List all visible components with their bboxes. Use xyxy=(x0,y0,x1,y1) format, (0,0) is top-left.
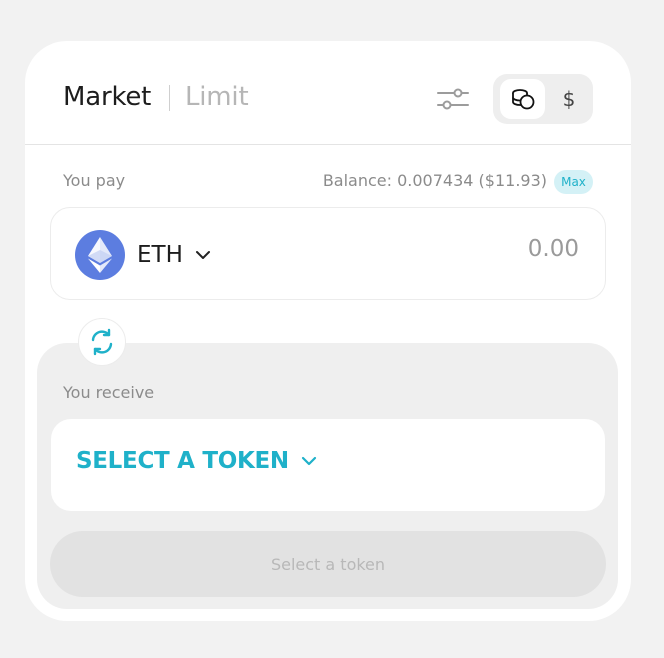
you-receive-label: You receive xyxy=(63,383,155,402)
settings-sliders-button[interactable] xyxy=(435,85,471,113)
sliders-icon xyxy=(437,88,469,110)
receive-input-box: SELECT A TOKEN xyxy=(51,419,605,511)
tab-divider xyxy=(169,85,170,111)
currency-toggle: $ xyxy=(493,74,593,124)
ethereum-icon xyxy=(75,230,125,280)
pay-amount-input[interactable] xyxy=(379,236,579,262)
chevron-down-icon xyxy=(301,456,317,466)
balance-text: Balance: 0.007434 ($11.93) xyxy=(322,171,547,190)
pay-input-box: ETH xyxy=(50,207,606,300)
pay-token-symbol: ETH xyxy=(137,242,183,268)
select-token-action-button[interactable]: Select a token xyxy=(50,531,606,597)
coins-icon xyxy=(511,89,534,110)
you-pay-label: You pay xyxy=(63,171,126,190)
max-button[interactable]: Max xyxy=(554,170,593,194)
swap-widget: Market Limit $ You pay Balance: 0.007434… xyxy=(25,41,631,621)
pay-token-selector[interactable]: ETH xyxy=(75,229,211,281)
select-token-button[interactable]: SELECT A TOKEN xyxy=(76,448,317,474)
widget-header: Market Limit $ xyxy=(25,41,631,145)
swap-arrows-icon xyxy=(91,328,113,356)
receive-panel: You receive SELECT A TOKEN Select a toke… xyxy=(37,343,618,609)
chevron-down-icon xyxy=(195,250,211,260)
coin-toggle-button[interactable] xyxy=(500,79,545,119)
swap-direction-button[interactable] xyxy=(78,318,126,366)
tab-limit[interactable]: Limit xyxy=(185,80,249,114)
tab-market[interactable]: Market xyxy=(63,80,151,114)
usd-toggle-button[interactable]: $ xyxy=(551,79,587,119)
select-token-label: SELECT A TOKEN xyxy=(76,448,289,474)
